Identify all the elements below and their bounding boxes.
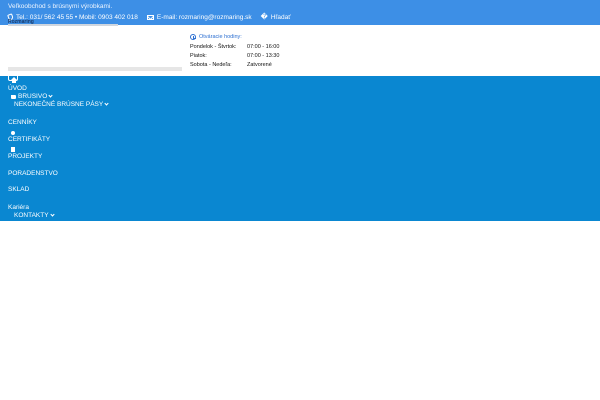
hours-day: Sobota - Nedeľa:: [190, 61, 232, 68]
hours-row: Piatok: 07:00 - 13:30: [190, 51, 310, 60]
hours-day: Piatok:: [190, 52, 207, 59]
opening-hours: Otváracie hodiny: Pondelok - Štvrtok: 07…: [190, 34, 310, 69]
chevron-down-icon: [49, 212, 55, 217]
nav-item-uvod[interactable]: ÚVOD: [8, 85, 27, 92]
nav-item-poradenstvo[interactable]: PORADENSTVO: [8, 170, 58, 177]
chevron-down-icon: [104, 101, 109, 106]
document-icon: [11, 147, 15, 152]
envelope-icon: [146, 14, 154, 20]
hours-day: Pondelok - Štvrtok:: [190, 43, 237, 50]
nav-item-certifikaty[interactable]: CERTIFIKÁTY: [8, 136, 50, 143]
certificate-icon: [11, 131, 15, 135]
nav-item-pasy-label: NEKONEČNÉ BRÚSNE PÁSY: [14, 101, 104, 108]
nav-item-cenniky[interactable]: CENNÍKY: [8, 119, 37, 126]
hours-row: Sobota - Nedeľa: Zatvorené: [190, 60, 310, 69]
nav-item-kontakty-label: KONTAKTY: [14, 212, 49, 219]
site-logo[interactable]: Rozmaring: [8, 19, 118, 26]
search-icon[interactable]: �: [261, 13, 268, 21]
main-navigation: ÚVOD BRUSIVO NEKONEČNÉ BRÚSNE PÁSY CENNÍ…: [0, 72, 600, 221]
hours-time: 07:00 - 13:30: [247, 52, 280, 59]
chevron-down-icon: [48, 93, 53, 98]
logo-underline: [8, 24, 118, 26]
nav-item-brusivo[interactable]: BRUSIVO: [18, 93, 53, 100]
hours-time: 07:00 - 16:00: [247, 43, 280, 50]
nav-item-nekonecne-brusne-pasy[interactable]: NEKONEČNÉ BRÚSNE PÁSY: [14, 101, 109, 108]
nav-item-sklad[interactable]: SKLAD: [8, 186, 29, 193]
clock-icon: [190, 34, 196, 40]
opening-hours-title: Otváracie hodiny:: [190, 34, 310, 40]
folder-icon: [11, 95, 16, 99]
email-text[interactable]: E-mail: rozmaring@rozmaring.sk: [157, 14, 252, 21]
nav-item-brusivo-label: BRUSIVO: [18, 93, 48, 100]
search-link[interactable]: Hľadať: [271, 14, 291, 21]
opening-hours-heading: Otváracie hodiny:: [199, 34, 242, 40]
nav-item-kariera[interactable]: Kariéra: [8, 204, 29, 211]
horizontal-scrollbar[interactable]: [8, 67, 182, 71]
hours-row: Pondelok - Štvrtok: 07:00 - 16:00: [190, 42, 310, 51]
home-icon: [11, 77, 17, 83]
hours-time: Zatvorené: [247, 61, 272, 68]
tagline: Veľkoobchod s brúsnymi výrobkami.: [8, 3, 113, 10]
nav-item-projekty[interactable]: PROJEKTY: [8, 153, 42, 160]
nav-item-kontakty[interactable]: KONTAKTY: [14, 212, 55, 219]
